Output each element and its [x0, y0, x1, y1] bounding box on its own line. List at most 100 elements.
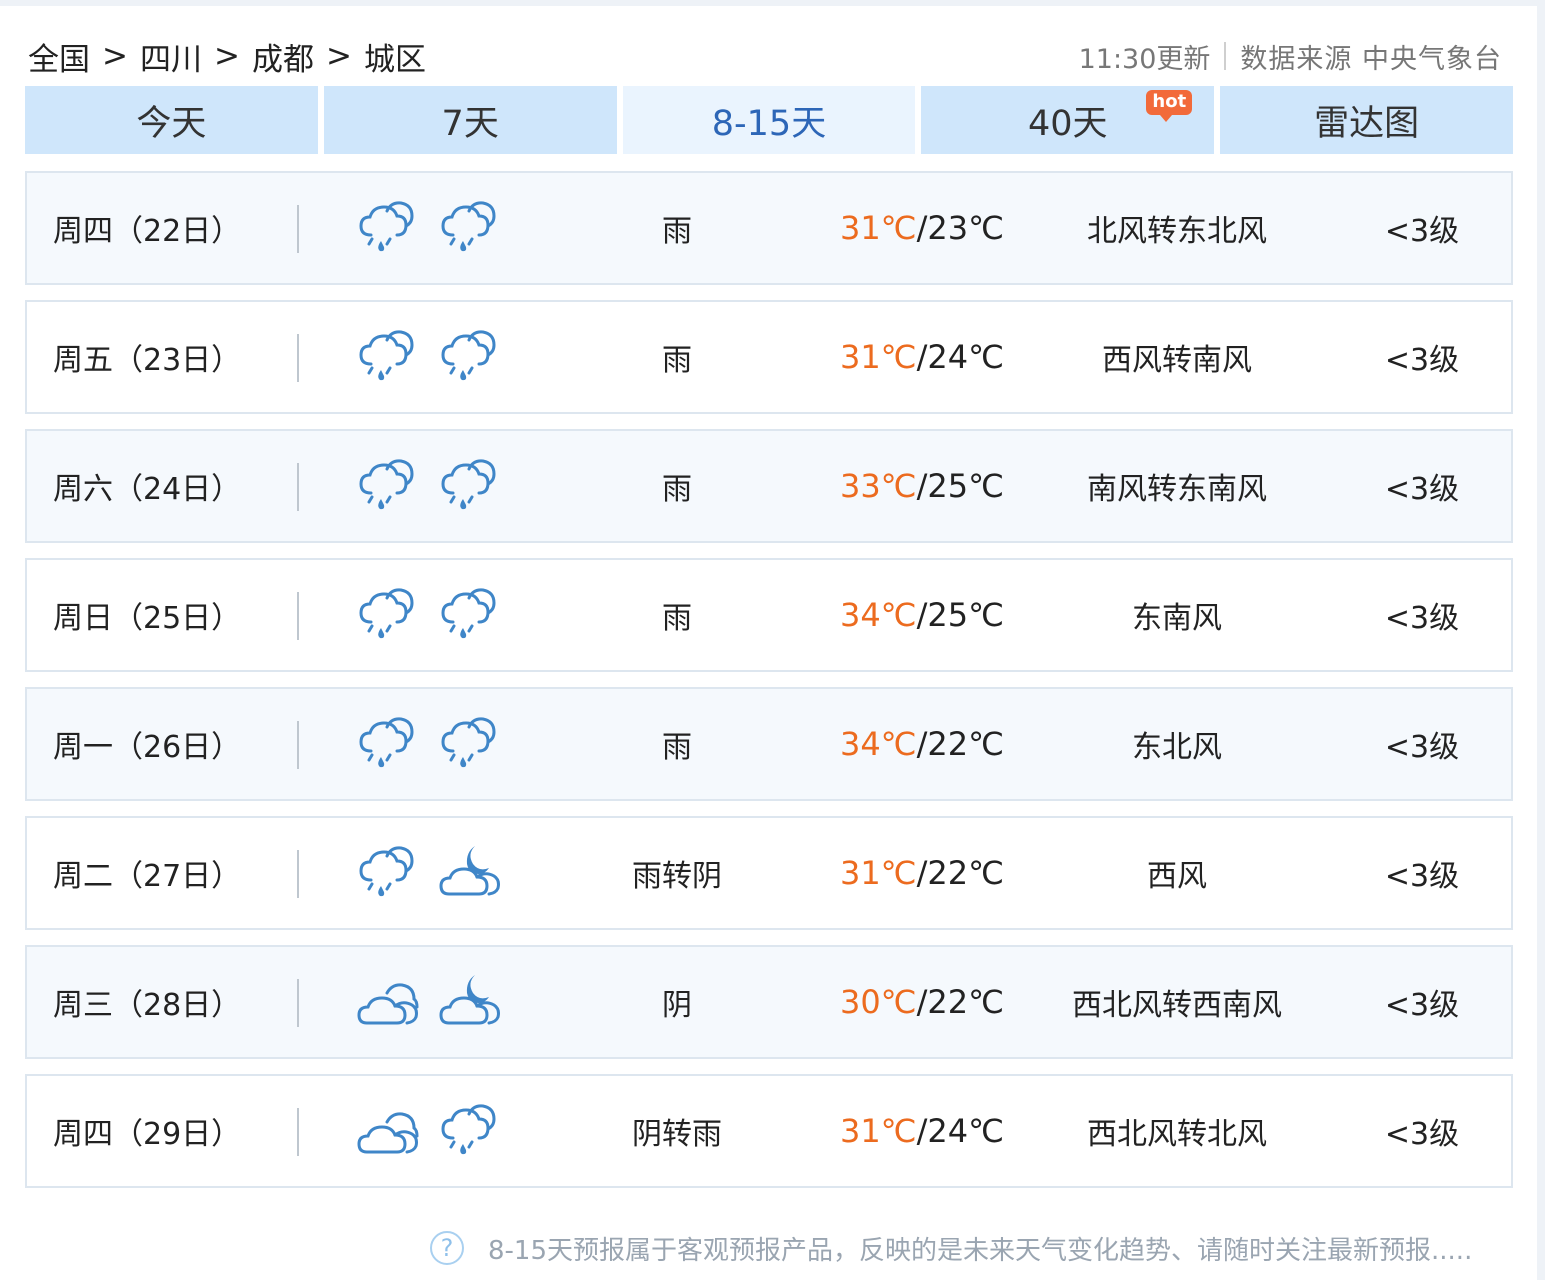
weather-description: 雨 [662, 343, 692, 378]
breadcrumb-separator: > [213, 38, 240, 74]
weather-description: 阴 [662, 988, 692, 1023]
high-temperature: 33℃ [839, 467, 917, 505]
breadcrumb-item-city[interactable]: 成都 [252, 34, 314, 79]
weather-icons [357, 1100, 507, 1162]
wind-direction: 西风 [1147, 859, 1207, 894]
wind-direction: 西北风转西南风 [1072, 988, 1282, 1023]
weather-icons [357, 713, 507, 775]
row-divider [297, 850, 299, 898]
wind-direction: 北风转东北风 [1087, 214, 1267, 249]
breadcrumb-item-country[interactable]: 全国 [28, 34, 90, 79]
data-source: 数据来源 中央气象台 [1240, 43, 1502, 75]
temperature-separator: / [916, 338, 928, 376]
tab-7-days[interactable]: 7天 [323, 86, 617, 154]
update-time: 11:30更新 [1078, 43, 1211, 75]
forecast-date: 周二（27日） [53, 859, 242, 894]
forecast-row: 周五（23日） 雨 31℃/24℃ 西风转南风 <3级 [25, 300, 1513, 414]
low-temperature: 25℃ [927, 467, 1005, 505]
row-divider [297, 1108, 299, 1156]
forecast-row: 周日（25日） 雨 34℃/25℃ 东南风 <3级 [25, 558, 1513, 672]
low-temperature: 22℃ [927, 983, 1005, 1021]
temperature-separator: / [916, 467, 928, 505]
tab-today[interactable]: 今天 [25, 86, 318, 154]
high-temperature: 31℃ [839, 338, 917, 376]
wind-level: <3级 [1384, 472, 1460, 507]
tab-label: 40天 [1028, 103, 1108, 144]
high-temperature: 31℃ [839, 854, 917, 892]
temperature: 33℃/25℃ [827, 431, 1017, 541]
forecast-date: 周六（24日） [53, 472, 242, 507]
weather-icons [357, 326, 507, 388]
tab-label: 8-15天 [711, 103, 827, 144]
wind-level: <3级 [1384, 214, 1460, 249]
wind-level: <3级 [1384, 1117, 1460, 1152]
temperature-separator: / [916, 209, 928, 247]
weather-description: 雨 [662, 214, 692, 249]
high-temperature: 30℃ [839, 983, 917, 1021]
low-temperature: 25℃ [927, 596, 1005, 634]
hot-badge: hot [1146, 90, 1193, 122]
row-divider [297, 721, 299, 769]
row-divider [297, 979, 299, 1027]
forecast-tabs: 今天 7天 8-15天 40天 hot 雷达图 [25, 86, 1513, 154]
weather-icons [357, 971, 507, 1033]
forecast-row: 周二（27日） 雨转阴 31℃/22℃ 西风 <3级 [25, 816, 1513, 930]
forecast-row: 周三（28日） 阴 30℃/22℃ 西北风转西南风 <3级 [25, 945, 1513, 1059]
weather-icons [357, 584, 507, 646]
note-text: 8-15天预报属于客观预报产品，反映的是未来天气变化趋势、请随时关注最新预报..… [488, 1235, 1473, 1266]
temperature: 34℃/22℃ [827, 689, 1017, 799]
forecast-row: 周四（22日） 雨 31℃/23℃ 北风转东北风 <3级 [25, 171, 1513, 285]
high-temperature: 34℃ [839, 596, 917, 634]
wind-level: <3级 [1384, 601, 1460, 636]
temperature-separator: / [916, 725, 928, 763]
breadcrumb-separator: > [102, 38, 128, 74]
temperature-separator: / [916, 854, 928, 892]
forecast-date: 周三（28日） [53, 988, 242, 1023]
weather-icons [357, 197, 507, 259]
wind-direction: 东北风 [1132, 730, 1222, 765]
forecast-date: 周四（22日） [53, 214, 242, 249]
low-temperature: 22℃ [927, 725, 1005, 763]
forecast-note: ? 8-15天预报属于客观预报产品，反映的是未来天气变化趋势、请随时关注最新预报… [430, 1226, 1472, 1270]
update-info: 11:30更新 数据来源 中央气象台 [1079, 34, 1502, 78]
breadcrumb: 全国 > 四川 > 成都 > 城区 [28, 34, 426, 78]
low-temperature: 22℃ [927, 854, 1005, 892]
weather-description: 雨 [662, 601, 692, 636]
tab-radar[interactable]: 雷达图 [1220, 86, 1513, 154]
low-temperature: 24℃ [927, 1112, 1005, 1150]
forecast-date: 周一（26日） [53, 730, 242, 765]
wind-direction: 西北风转北风 [1087, 1117, 1267, 1152]
forecast-date: 周四（29日） [53, 1117, 242, 1152]
tab-label: 雷达图 [1314, 103, 1420, 144]
low-temperature: 23℃ [927, 209, 1005, 247]
wind-level: <3级 [1384, 730, 1460, 765]
wind-level: <3级 [1384, 988, 1460, 1023]
temperature: 31℃/23℃ [827, 173, 1017, 283]
wind-direction: 西风转南风 [1102, 343, 1252, 378]
weather-description: 雨转阴 [632, 859, 722, 894]
row-divider [297, 334, 299, 382]
tab-label: 7天 [441, 103, 499, 144]
weather-description: 雨 [662, 730, 692, 765]
breadcrumb-separator: > [325, 38, 352, 74]
high-temperature: 34℃ [839, 725, 917, 763]
question-icon[interactable]: ? [430, 1231, 464, 1265]
breadcrumb-item-district: 城区 [363, 41, 426, 78]
temperature: 31℃/24℃ [827, 302, 1017, 412]
weather-icons [357, 842, 507, 904]
forecast-row: 周一（26日） 雨 34℃/22℃ 东北风 <3级 [25, 687, 1513, 801]
breadcrumb-item-province[interactable]: 四川 [140, 34, 202, 79]
update-divider [1224, 42, 1227, 70]
row-divider [297, 205, 299, 253]
temperature-separator: / [916, 596, 928, 634]
temperature: 31℃/22℃ [827, 818, 1017, 928]
weather-description: 雨 [662, 472, 692, 507]
wind-level: <3级 [1384, 343, 1460, 378]
tab-8-15-days[interactable]: 8-15天 [622, 86, 916, 154]
tab-40-days[interactable]: 40天 hot [921, 86, 1215, 154]
temperature: 34℃/25℃ [827, 560, 1017, 670]
high-temperature: 31℃ [839, 209, 917, 247]
weather-panel: 全国 > 四川 > 成都 > 城区 11:30更新 数据来源 中央气象台 今天 … [0, 6, 1537, 1280]
row-divider [297, 592, 299, 640]
weather-description: 阴转雨 [632, 1117, 722, 1152]
